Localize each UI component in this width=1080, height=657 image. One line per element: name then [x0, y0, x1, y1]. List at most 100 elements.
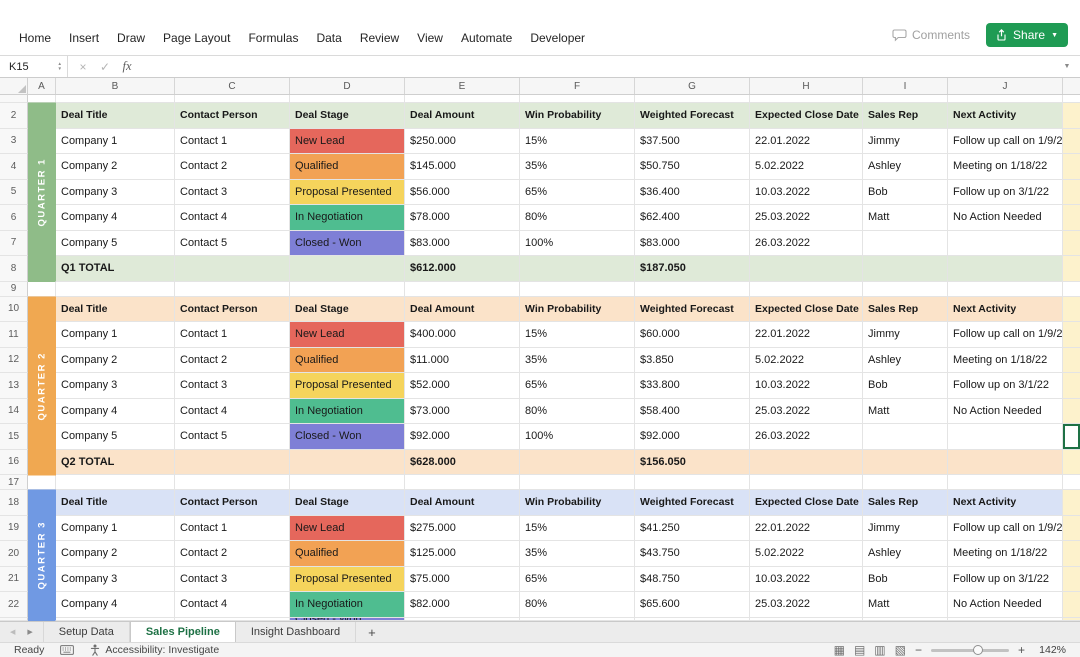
menu-tab-home[interactable]: Home: [10, 27, 60, 49]
cell-i15[interactable]: [863, 424, 948, 450]
total-cell-f16[interactable]: [520, 449, 635, 475]
active-cell-k15[interactable]: [1063, 424, 1080, 450]
cell-g15[interactable]: $92.000: [635, 424, 750, 450]
total-cell-c16[interactable]: [175, 449, 290, 475]
sheet-tab-sales-pipeline[interactable]: Sales Pipeline: [129, 622, 236, 642]
row-header-10[interactable]: 10: [0, 296, 28, 322]
header-cell-next-activity[interactable]: Next Activity: [948, 490, 1063, 516]
row-header-17[interactable]: 17: [0, 475, 28, 490]
row-header-1[interactable]: [0, 95, 28, 103]
cell-i11[interactable]: Jimmy: [863, 322, 948, 348]
cell-e6[interactable]: $78.000: [405, 205, 520, 231]
cell-e12[interactable]: $11.000: [405, 347, 520, 373]
cell-b11[interactable]: Company 1: [56, 322, 175, 348]
row-header-4[interactable]: 4: [0, 154, 28, 180]
menu-tab-review[interactable]: Review: [351, 27, 408, 49]
menu-tab-page-layout[interactable]: Page Layout: [154, 27, 239, 49]
cell-f5[interactable]: 65%: [520, 179, 635, 205]
total-cell-e16[interactable]: $628.000: [405, 449, 520, 475]
menu-tab-formulas[interactable]: Formulas: [239, 27, 307, 49]
cell-c15[interactable]: Contact 5: [175, 424, 290, 450]
row-header-9[interactable]: 9: [0, 281, 28, 297]
cell-h20[interactable]: 5.02.2022: [750, 541, 863, 567]
row-header-7[interactable]: 7: [0, 230, 28, 256]
name-box[interactable]: K15 ▲ ▼: [0, 56, 68, 77]
cell-b19[interactable]: Company 1: [56, 515, 175, 541]
row-header-14[interactable]: 14: [0, 398, 28, 424]
cell-g19[interactable]: $41.250: [635, 515, 750, 541]
sheet-tab-insight-dashboard[interactable]: Insight Dashboard: [236, 622, 357, 642]
cell-h5[interactable]: 10.03.2022: [750, 179, 863, 205]
total-cell-b8[interactable]: Q1 TOTAL: [56, 256, 175, 282]
cell-f14[interactable]: 80%: [520, 398, 635, 424]
cell-c6[interactable]: Contact 4: [175, 205, 290, 231]
cell-k2[interactable]: [1063, 103, 1080, 129]
header-cell-contact-person[interactable]: Contact Person: [175, 296, 290, 322]
column-header-c[interactable]: C: [175, 78, 290, 94]
cell-k22[interactable]: [1063, 592, 1080, 618]
cell-c22[interactable]: Contact 4: [175, 592, 290, 618]
total-cell-g8[interactable]: $187.050: [635, 256, 750, 282]
cell-j9[interactable]: [948, 281, 1063, 297]
cell-h4[interactable]: 5.02.2022: [750, 154, 863, 180]
cell-c1[interactable]: [175, 95, 290, 103]
row-header-13[interactable]: 13: [0, 373, 28, 399]
cell-f23[interactable]: [520, 617, 635, 621]
cell-e15[interactable]: $92.000: [405, 424, 520, 450]
column-header-f[interactable]: F: [520, 78, 635, 94]
cell-d22[interactable]: In Negotiation: [290, 592, 405, 618]
cell-f3[interactable]: 15%: [520, 128, 635, 154]
cell-d6[interactable]: In Negotiation: [290, 205, 405, 231]
cell-b22[interactable]: Company 4: [56, 592, 175, 618]
cell-h12[interactable]: 5.02.2022: [750, 347, 863, 373]
cell-f9[interactable]: [520, 281, 635, 297]
row-header-18[interactable]: 18: [0, 490, 28, 516]
share-button[interactable]: Share ▼: [986, 23, 1068, 47]
cell-j17[interactable]: [948, 475, 1063, 490]
cell-f13[interactable]: 65%: [520, 373, 635, 399]
column-header-i[interactable]: I: [863, 78, 948, 94]
cell-b6[interactable]: Company 4: [56, 205, 175, 231]
total-cell-h8[interactable]: [750, 256, 863, 282]
cell-e11[interactable]: $400.000: [405, 322, 520, 348]
cell-b4[interactable]: Company 2: [56, 154, 175, 180]
cell-g23[interactable]: [635, 617, 750, 621]
cell-k8[interactable]: [1063, 256, 1080, 282]
row-header-19[interactable]: 19: [0, 515, 28, 541]
cell-c5[interactable]: Contact 3: [175, 179, 290, 205]
cell-k17[interactable]: [1063, 475, 1080, 490]
header-cell-contact-person[interactable]: Contact Person: [175, 103, 290, 129]
cell-c12[interactable]: Contact 2: [175, 347, 290, 373]
cell-c11[interactable]: Contact 1: [175, 322, 290, 348]
header-cell-deal-title[interactable]: Deal Title: [56, 103, 175, 129]
cell-k21[interactable]: [1063, 566, 1080, 592]
total-cell-i16[interactable]: [863, 449, 948, 475]
header-cell-expected-close-date[interactable]: Expected Close Date: [750, 490, 863, 516]
cell-d3[interactable]: New Lead: [290, 128, 405, 154]
cell-b9[interactable]: [56, 281, 175, 297]
sheet-tab-setup-data[interactable]: Setup Data: [42, 622, 130, 642]
cell-d11[interactable]: New Lead: [290, 322, 405, 348]
cell-e4[interactable]: $145.000: [405, 154, 520, 180]
cell-j11[interactable]: Follow up call on 1/9/22: [948, 322, 1063, 348]
cell-b1[interactable]: [56, 95, 175, 103]
cell-g20[interactable]: $43.750: [635, 541, 750, 567]
cell-i9[interactable]: [863, 281, 948, 297]
cell-g6[interactable]: $62.400: [635, 205, 750, 231]
cell-b13[interactable]: Company 3: [56, 373, 175, 399]
cell-i12[interactable]: Ashley: [863, 347, 948, 373]
custom-view-icon[interactable]: ▧: [895, 643, 906, 657]
row-header-23[interactable]: [0, 617, 28, 621]
header-cell-sales-rep[interactable]: Sales Rep: [863, 296, 948, 322]
header-cell-deal-amount[interactable]: Deal Amount: [405, 490, 520, 516]
cell-f21[interactable]: 65%: [520, 566, 635, 592]
column-header-b[interactable]: B: [56, 78, 175, 94]
header-cell-win-probability[interactable]: Win Probability: [520, 490, 635, 516]
header-cell-win-probability[interactable]: Win Probability: [520, 296, 635, 322]
cell-j3[interactable]: Follow up call on 1/9/22: [948, 128, 1063, 154]
cell-d17[interactable]: [290, 475, 405, 490]
cell-b5[interactable]: Company 3: [56, 179, 175, 205]
cell-e19[interactable]: $275.000: [405, 515, 520, 541]
cell-b15[interactable]: Company 5: [56, 424, 175, 450]
cell-i7[interactable]: [863, 230, 948, 256]
